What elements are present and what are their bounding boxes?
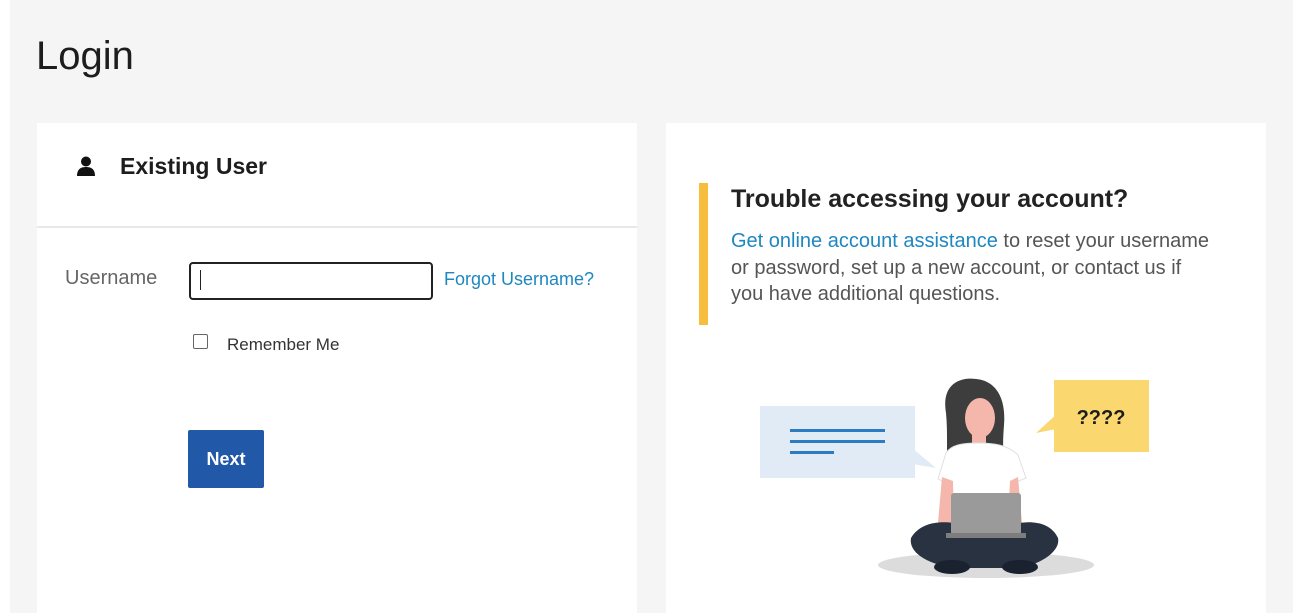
- existing-user-card: Existing User Username Forgot Username? …: [37, 123, 637, 613]
- account-assistance-link[interactable]: Get online account assistance: [731, 230, 998, 252]
- forgot-username-link[interactable]: Forgot Username?: [444, 269, 594, 290]
- remember-me-checkbox[interactable]: [193, 334, 208, 349]
- help-title: Trouble accessing your account?: [731, 185, 1129, 213]
- help-illustration: ????: [760, 378, 1149, 578]
- remember-me-label[interactable]: Remember Me: [227, 335, 339, 355]
- existing-user-title: Existing User: [120, 153, 267, 179]
- question-bubble-icon: ????: [1036, 380, 1149, 452]
- accent-bar: [699, 183, 708, 325]
- question-bubble-text: ????: [1077, 407, 1126, 429]
- username-input[interactable]: [189, 262, 433, 300]
- next-button[interactable]: Next: [188, 430, 264, 488]
- existing-user-header: Existing User: [37, 123, 637, 228]
- person-with-laptop-icon: [910, 378, 1059, 574]
- page-title: Login: [36, 34, 134, 78]
- username-label: Username: [65, 267, 158, 289]
- account-help-card: Trouble accessing your account? Get onli…: [666, 123, 1266, 613]
- help-body: Get online account assistance to reset y…: [731, 228, 1211, 308]
- text-caret: [200, 270, 201, 290]
- message-bubble-icon: [760, 406, 936, 478]
- user-icon: [77, 156, 95, 176]
